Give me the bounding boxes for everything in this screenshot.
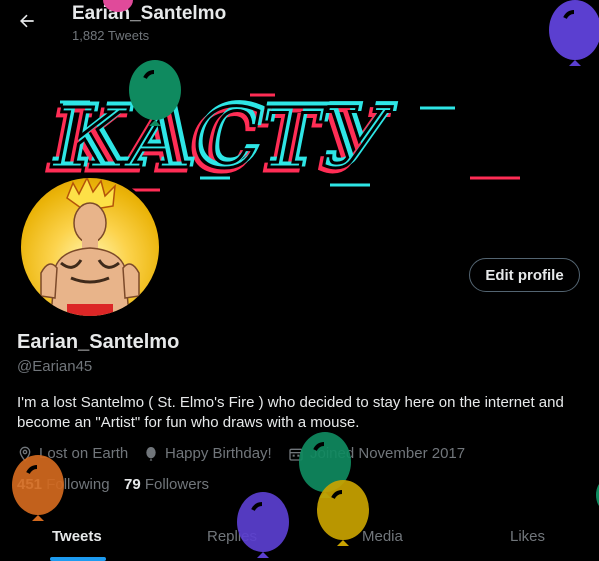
profile-bio: I'm a lost Santelmo ( St. Elmo's Fire ) … [17, 394, 564, 431]
location-text: Lost on Earth [39, 445, 129, 462]
tab-media[interactable]: Media [362, 528, 403, 545]
active-tab-indicator [50, 557, 106, 561]
birthday-item: Happy Birthday! [143, 445, 272, 462]
following-count: 451 [17, 476, 43, 493]
balloon-icon [146, 446, 156, 461]
followers-count: 79 [124, 476, 141, 493]
avatar-illustration [40, 178, 140, 316]
avatar[interactable] [18, 175, 162, 319]
edit-profile-button[interactable]: Edit profile [469, 258, 580, 292]
tab-tweets[interactable]: Tweets [52, 528, 102, 545]
header-name: Earian_Santelmo [72, 3, 227, 24]
joined-item: Joined November 2017 [288, 445, 465, 462]
balloon-purple-bottom [237, 492, 289, 558]
tweet-count: 1,882 Tweets [72, 28, 150, 43]
arrow-left-icon [20, 14, 34, 28]
display-name: Earian_Santelmo [17, 331, 180, 353]
calendar-icon [289, 448, 303, 461]
following-label: Following [46, 476, 110, 493]
location-item: Lost on Earth [17, 445, 128, 462]
banner-text-shadow: КАСТУ [51, 91, 393, 187]
tab-likes[interactable]: Likes [510, 528, 545, 545]
balloon-green-bottom [299, 432, 351, 498]
tab-replies[interactable]: Replies [207, 528, 257, 545]
birthday-text: Happy Birthday! [165, 445, 272, 462]
joined-text: Joined November 2017 [310, 445, 466, 462]
profile-header: Earian_Santelmo 1,882 Tweets [0, 0, 599, 50]
user-handle: @Earian45 [17, 358, 93, 375]
back-button[interactable] [12, 6, 42, 36]
followers-link[interactable]: 79 Followers [124, 476, 209, 493]
followers-label: Followers [144, 476, 210, 493]
location-pin-icon [19, 446, 31, 462]
following-link[interactable]: 451 Following [17, 476, 110, 493]
